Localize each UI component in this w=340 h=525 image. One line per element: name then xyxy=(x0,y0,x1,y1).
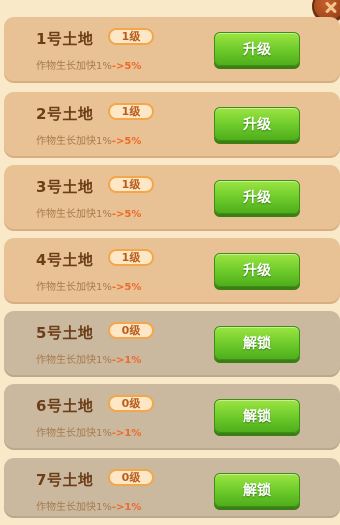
level-badge: 1级 xyxy=(108,28,154,45)
growth-text: 作物生长加快1%->1% xyxy=(36,351,141,366)
upgrade-button[interactable]: 升级 xyxy=(214,32,300,66)
plot-row-7: 7号土地 0级 作物生长加快1%->1% 解锁 xyxy=(4,458,340,518)
plot-name: 1号土地 xyxy=(36,30,94,48)
level-badge: 0级 xyxy=(108,322,154,339)
growth-text: 作物生长加快1%->1% xyxy=(36,498,141,513)
level-badge: 1级 xyxy=(108,103,154,120)
plot-row-6: 6号土地 0级 作物生长加快1%->1% 解锁 xyxy=(4,384,340,450)
growth-text: 作物生长加快1%->1% xyxy=(36,424,141,439)
growth-change: ->5% xyxy=(111,282,142,293)
growth-label: 作物生长加快1% xyxy=(36,355,112,366)
level-badge: 0级 xyxy=(108,469,154,486)
growth-change: ->1% xyxy=(111,428,142,439)
plot-row-2: 2号土地 1级 作物生长加快1%->5% 升级 xyxy=(4,92,340,158)
growth-change: ->1% xyxy=(111,355,142,366)
growth-change: ->1% xyxy=(111,502,142,513)
growth-label: 作物生长加快1% xyxy=(36,61,112,72)
growth-text: 作物生长加快1%->5% xyxy=(36,57,141,72)
unlock-button[interactable]: 解锁 xyxy=(214,399,300,433)
growth-text: 作物生长加快1%->5% xyxy=(36,132,141,147)
level-badge: 1级 xyxy=(108,249,154,266)
plot-name: 5号土地 xyxy=(36,324,94,342)
plot-name: 2号土地 xyxy=(36,105,94,123)
growth-label: 作物生长加快1% xyxy=(36,209,112,220)
growth-text: 作物生长加快1%->5% xyxy=(36,205,141,220)
plot-row-4: 4号土地 1级 作物生长加快1%->5% 升级 xyxy=(4,238,340,304)
unlock-button[interactable]: 解锁 xyxy=(214,473,300,507)
plot-name: 7号土地 xyxy=(36,471,94,489)
growth-label: 作物生长加快1% xyxy=(36,428,112,439)
plot-name: 6号土地 xyxy=(36,397,94,415)
land-upgrade-panel: 1号土地 1级 作物生长加快1%->5% 升级 2号土地 1级 作物生长加快1%… xyxy=(0,0,340,525)
plot-row-5: 5号土地 0级 作物生长加快1%->1% 解锁 xyxy=(4,311,340,377)
growth-label: 作物生长加快1% xyxy=(36,502,112,513)
growth-text: 作物生长加快1%->5% xyxy=(36,278,141,293)
level-badge: 0级 xyxy=(108,395,154,412)
plot-name: 4号土地 xyxy=(36,251,94,269)
upgrade-button[interactable]: 升级 xyxy=(214,253,300,287)
growth-label: 作物生长加快1% xyxy=(36,282,112,293)
level-badge: 1级 xyxy=(108,176,154,193)
unlock-button[interactable]: 解锁 xyxy=(214,326,300,360)
growth-change: ->5% xyxy=(111,209,142,220)
growth-label: 作物生长加快1% xyxy=(36,136,112,147)
plot-name: 3号土地 xyxy=(36,178,94,196)
plot-row-1: 1号土地 1级 作物生长加快1%->5% 升级 xyxy=(4,17,340,83)
growth-change: ->5% xyxy=(111,61,142,72)
plot-row-3: 3号土地 1级 作物生长加快1%->5% 升级 xyxy=(4,165,340,231)
upgrade-button[interactable]: 升级 xyxy=(214,107,300,141)
growth-change: ->5% xyxy=(111,136,142,147)
upgrade-button[interactable]: 升级 xyxy=(214,180,300,214)
